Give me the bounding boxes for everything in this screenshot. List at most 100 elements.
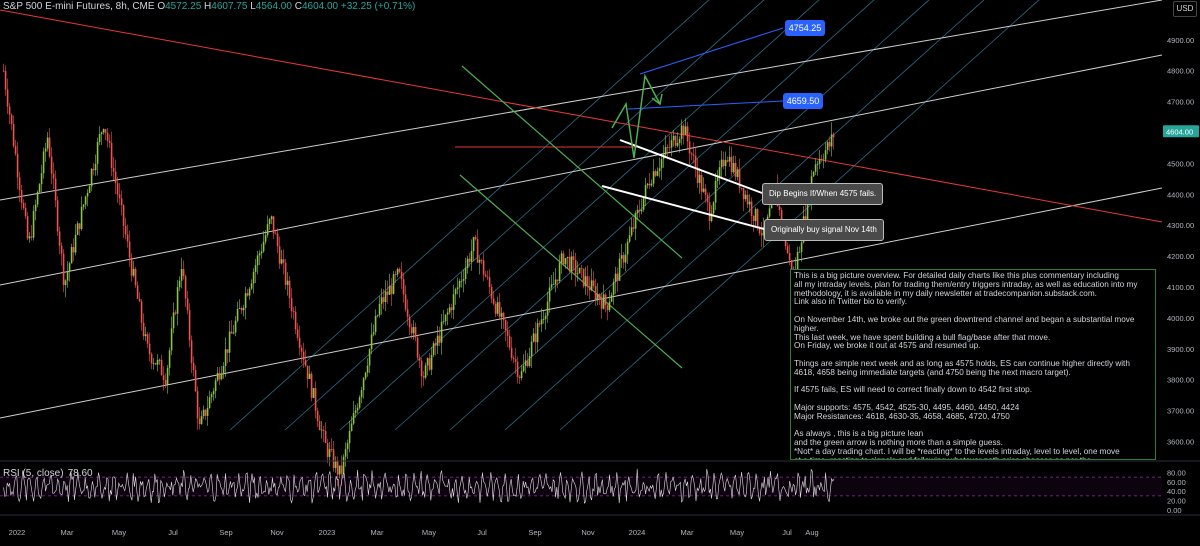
price-axis-tick: 4000.00	[1167, 314, 1194, 323]
open-value: 4572.25	[165, 1, 202, 12]
currency-button[interactable]: USD	[1173, 1, 1197, 17]
candle-body	[568, 256, 571, 272]
candle-body	[518, 376, 521, 379]
candle-body	[200, 416, 203, 424]
candle-body	[146, 334, 149, 344]
candle-body	[720, 159, 723, 168]
candle-body	[754, 209, 757, 221]
candle-body	[56, 200, 59, 232]
candle-body	[506, 330, 509, 336]
candle-body	[350, 423, 353, 432]
candle-body	[206, 408, 209, 416]
candle-body	[156, 359, 159, 365]
candle-body	[526, 360, 529, 367]
candle-body	[396, 268, 399, 275]
candle-body	[54, 178, 57, 201]
commentary-text-box[interactable]: This is a big picture overview. For deta…	[790, 269, 1156, 460]
candle-body	[428, 358, 431, 370]
candle-body	[360, 390, 363, 398]
candle-body	[110, 142, 113, 169]
candle-body	[126, 234, 129, 242]
candle-body	[184, 276, 187, 299]
candle-body	[266, 224, 269, 236]
candle-body	[196, 391, 199, 419]
candle-body	[250, 283, 253, 289]
candle-body	[188, 310, 191, 341]
candle-body	[740, 187, 743, 189]
candle-body	[88, 186, 91, 193]
time-axis-tick: Sep	[219, 528, 232, 537]
candle-body	[746, 194, 749, 205]
candle-body	[412, 326, 415, 334]
time-axis-tick: 2023	[319, 528, 336, 537]
candle-body	[268, 219, 271, 225]
target-mid-label[interactable]: 4659.50	[783, 93, 823, 109]
candle-body	[492, 298, 495, 304]
candle-body	[830, 134, 833, 147]
buy-signal-callout[interactable]: Originally buy signal Nov 14th	[764, 219, 884, 241]
candle-body	[546, 301, 549, 316]
candle-body	[778, 206, 781, 210]
candle-body	[816, 163, 819, 165]
candle-body	[372, 332, 375, 335]
time-axis-tick: Mar	[371, 528, 384, 537]
candle-body	[272, 216, 275, 234]
candle-body	[26, 216, 29, 239]
candle-body	[602, 294, 605, 309]
candle-body	[734, 163, 737, 177]
price-axis-tick: 4100.00	[1167, 283, 1194, 292]
candle-body	[194, 370, 197, 392]
candle-body	[118, 194, 121, 199]
time-axis-tick: Mar	[681, 528, 694, 537]
candle-body	[374, 315, 377, 333]
candle-body	[524, 360, 527, 366]
candle-body	[288, 280, 291, 299]
candle-body	[626, 241, 629, 255]
candle-body	[494, 303, 497, 314]
rsi-axis-tick: 60.00	[1167, 478, 1186, 487]
last-price-label: 4604.00	[1166, 127, 1193, 136]
candle-body	[698, 175, 701, 183]
candle-body	[654, 171, 657, 176]
candle-body	[692, 154, 695, 156]
candle-body	[28, 236, 31, 239]
candle-body	[106, 132, 109, 141]
candle-body	[294, 311, 297, 330]
candle-body	[694, 155, 697, 168]
candle-body	[42, 151, 45, 174]
candle-body	[750, 201, 753, 216]
candle-body	[406, 309, 409, 317]
dip-callout[interactable]: Dip Begins If/When 4575 fails.	[762, 183, 884, 205]
candle-body	[362, 378, 365, 391]
candle-body	[638, 209, 641, 212]
time-axis-tick: Jul	[168, 528, 178, 537]
candle-body	[128, 241, 131, 258]
candle-body	[724, 160, 727, 167]
candle-body	[186, 298, 189, 311]
candle-body	[682, 125, 685, 135]
candle-body	[664, 147, 667, 155]
candle-body	[20, 190, 23, 203]
candle-body	[482, 260, 485, 275]
candle-body	[464, 268, 467, 280]
candle-body	[480, 259, 483, 261]
candle-body	[138, 298, 141, 302]
candle-body	[238, 308, 241, 309]
time-axis-tick: May	[422, 528, 436, 537]
candle-body	[742, 188, 745, 200]
candle-body	[472, 237, 475, 251]
target-high-label[interactable]: 4754.25	[785, 20, 825, 36]
candle-body	[218, 372, 221, 380]
candle-body	[462, 279, 465, 281]
candle-body	[824, 150, 827, 160]
candle-body	[304, 360, 307, 366]
candle-body	[8, 106, 11, 115]
candle-body	[32, 211, 35, 238]
candle-body	[4, 70, 7, 90]
time-axis-tick: 2022	[9, 528, 26, 537]
candle-body	[514, 359, 517, 362]
candle-body	[296, 329, 299, 338]
candle-body	[400, 271, 403, 280]
candle-body	[82, 204, 85, 207]
candle-body	[498, 302, 501, 317]
